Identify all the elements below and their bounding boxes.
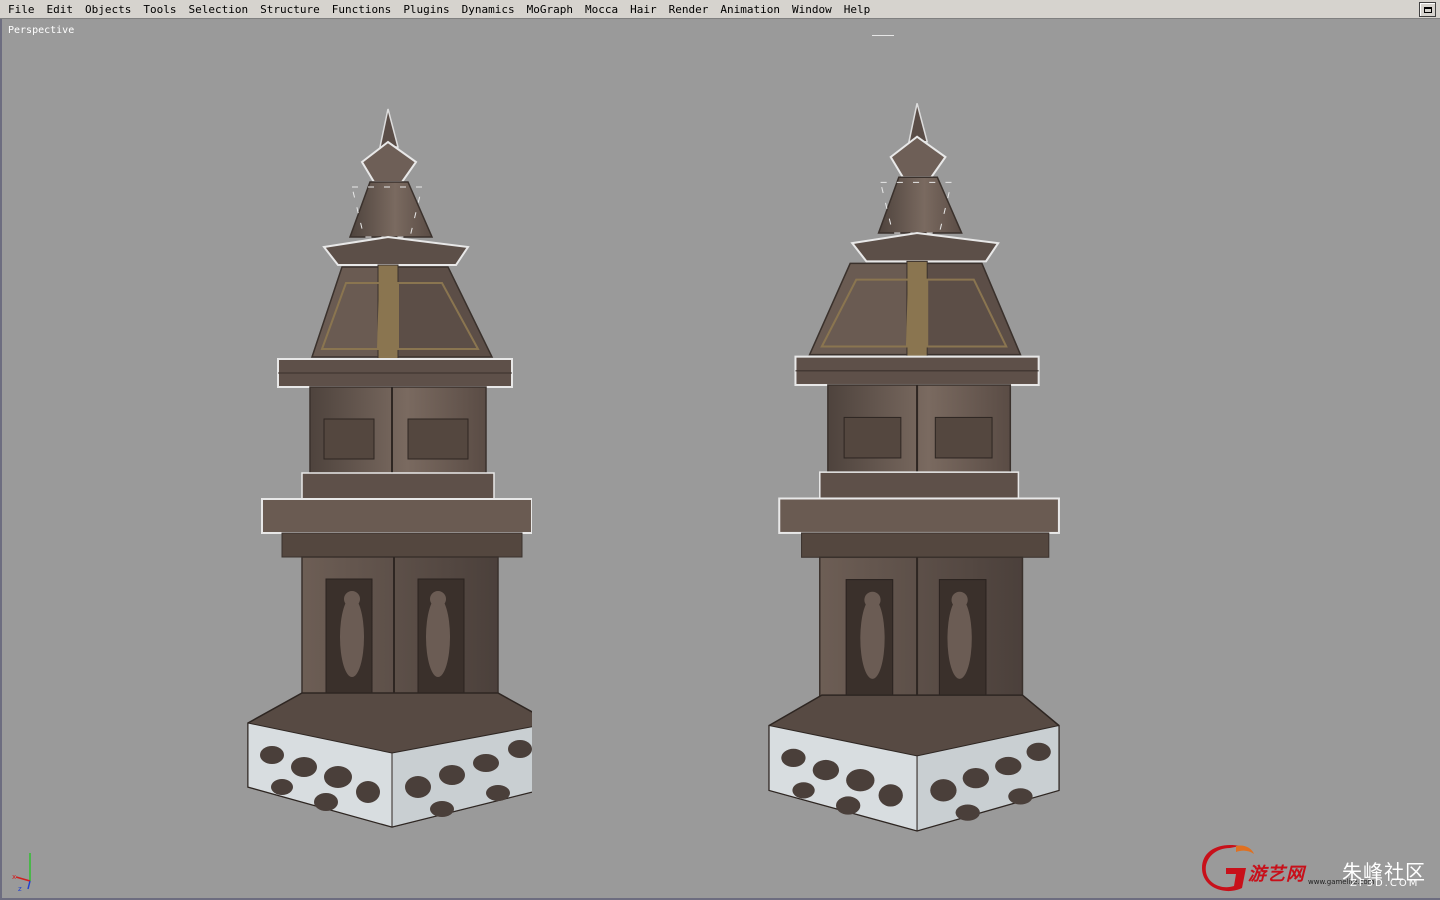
stone-shrine-model-left[interactable]: [242, 87, 532, 837]
watermark-brand: 游艺网: [1248, 864, 1305, 885]
window-restore-icon: [1423, 6, 1432, 13]
menu-edit[interactable]: Edit: [41, 0, 80, 19]
menu-tools[interactable]: Tools: [137, 0, 182, 19]
axis-gizmo-icon: x z: [12, 853, 31, 893]
svg-text:x: x: [12, 873, 16, 881]
menu-selection[interactable]: Selection: [182, 0, 254, 19]
menu-structure[interactable]: Structure: [254, 0, 326, 19]
watermark: 游艺网 www.gamelife.com 朱峰社区 ZF3D.COM: [1200, 838, 1440, 900]
viewport-marker: [872, 35, 894, 36]
menu-items: File Edit Objects Tools Selection Struct…: [0, 0, 876, 19]
menu-dynamics[interactable]: Dynamics: [456, 0, 521, 19]
menu-window[interactable]: Window: [786, 0, 838, 19]
menu-mocca[interactable]: Mocca: [579, 0, 624, 19]
menu-render[interactable]: Render: [663, 0, 715, 19]
menu-plugins[interactable]: Plugins: [397, 0, 455, 19]
window-restore-button[interactable]: [1419, 2, 1436, 17]
stone-shrine-model-right[interactable]: [762, 81, 1062, 841]
menu-hair[interactable]: Hair: [624, 0, 663, 19]
menu-functions[interactable]: Functions: [326, 0, 398, 19]
menu-help[interactable]: Help: [838, 0, 877, 19]
menu-animation[interactable]: Animation: [714, 0, 786, 19]
viewport-label: Perspective: [8, 25, 75, 36]
menu-mograph[interactable]: MoGraph: [521, 0, 579, 19]
menu-file[interactable]: File: [4, 0, 41, 19]
perspective-viewport[interactable]: Perspective x z: [0, 19, 1440, 900]
watermark-site: ZF3D.COM: [1350, 878, 1420, 889]
svg-text:z: z: [18, 885, 22, 893]
menu-objects[interactable]: Objects: [79, 0, 137, 19]
menu-bar: File Edit Objects Tools Selection Struct…: [0, 0, 1440, 19]
